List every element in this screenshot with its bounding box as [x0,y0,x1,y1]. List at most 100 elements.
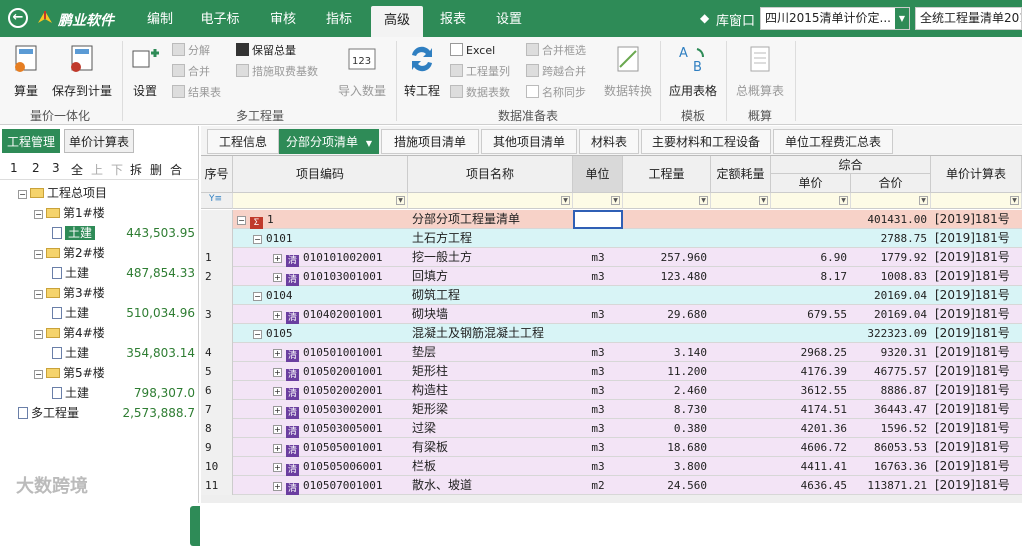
row-expand-icon[interactable]: + [273,463,282,472]
cell-unit-price[interactable] [771,286,851,305]
cell-code[interactable]: −0101 [233,229,408,248]
cell-name[interactable]: 土石方工程 [408,229,573,248]
cell-quota[interactable] [711,400,771,419]
cell-unit-price[interactable]: 4176.39 [771,362,851,381]
table-row[interactable]: 3 + 清 010402001001 砌块墙 m3 29.680 679.55 20169.04… [201,305,1022,324]
cell-total[interactable]: 16763.36 [851,457,931,476]
cell-qty[interactable]: 18.680 [623,438,711,457]
tab-project-management[interactable]: 工程管理 [2,129,61,153]
import-qty-button[interactable]: 123 导入数量 [334,43,390,99]
filter-toggle[interactable]: Y≡ [201,193,233,209]
cell-quota[interactable] [711,248,771,267]
cell-name[interactable]: 回填方 [408,267,573,286]
row-expand-icon[interactable]: + [273,311,282,320]
cell-code[interactable]: −0105 [233,324,408,343]
col-header-seq[interactable]: 序号 [201,156,233,193]
cell-calc-table[interactable]: [2019]181号 [931,210,1022,229]
cell-quota[interactable] [711,457,771,476]
cell-quota[interactable] [711,438,771,457]
cell-unit-price[interactable]: 679.55 [771,305,851,324]
data-format-button[interactable]: 数据表数 [450,84,510,102]
cell-seq[interactable] [201,286,233,305]
cell-code[interactable]: + 清 010507001001 [233,476,408,495]
table-row[interactable]: 11 + 清 010507001001 散水、坡道 m2 24.560 4636.45 1138… [201,476,1022,495]
cell-calc-table[interactable]: [2019]181号 [931,476,1022,495]
cell-unit[interactable]: m3 [573,267,623,286]
cell-code[interactable]: + 清 010103001001 [233,267,408,286]
expand-toggle-icon[interactable]: − [34,250,43,259]
cell-quota[interactable] [711,210,771,229]
cell-unit[interactable] [573,286,623,305]
cell-qty[interactable] [623,286,711,305]
cell-qty[interactable]: 3.140 [623,343,711,362]
col-header-qty[interactable]: 工程量 [623,156,711,193]
cell-total[interactable]: 9320.31 [851,343,931,362]
cell-name[interactable]: 砌筑工程 [408,286,573,305]
bill-library-select[interactable]: 全统工程量清单201 [915,7,1022,30]
menu-tab-edit[interactable]: 编制 [135,0,185,37]
filter-cell[interactable]: ▼ [408,193,573,209]
excel-button[interactable]: Excel [450,42,495,60]
tree-node[interactable]: − 第3#楼 [0,284,199,302]
delete-button[interactable]: 删 [150,161,162,178]
filter-dropdown-icon[interactable]: ▼ [699,196,708,205]
menu-tab-settings[interactable]: 设置 [484,0,534,37]
cell-seq[interactable]: 6 [201,381,233,400]
cell-name[interactable]: 矩形柱 [408,362,573,381]
filter-cell[interactable]: ▼ [233,193,408,209]
cell-total[interactable]: 20169.04 [851,305,931,324]
cell-unit-price[interactable]: 4411.41 [771,457,851,476]
cell-name[interactable]: 混凝土及钢筋混凝土工程 [408,324,573,343]
cell-seq[interactable]: 9 [201,438,233,457]
qty-column-button[interactable]: 工程量列 [450,63,510,81]
merge-project-button[interactable]: 合 [170,161,182,178]
move-down-button[interactable]: 下 [111,161,123,178]
cell-calc-table[interactable]: [2019]181号 [931,267,1022,286]
data-convert-button[interactable]: 数据转换 [600,43,656,99]
tab-itemized-list[interactable]: 分部分项清单 ▼ [279,129,379,154]
cell-quota[interactable] [711,381,771,400]
cell-qty[interactable]: 2.460 [623,381,711,400]
cell-seq[interactable]: 3 [201,305,233,324]
cell-quota[interactable] [711,324,771,343]
cell-quota[interactable] [711,286,771,305]
expand-toggle-icon[interactable]: − [34,290,43,299]
expand-toggle-icon[interactable]: − [18,190,27,199]
cell-unit-price[interactable]: 6.90 [771,248,851,267]
tree-node[interactable]: 土建 443,503.95 [0,224,199,242]
tree-node[interactable]: − 第1#楼 [0,204,199,222]
row-expand-icon[interactable]: − [237,216,246,225]
cell-code[interactable]: + 清 010503005001 [233,419,408,438]
cell-calc-table[interactable]: [2019]181号 [931,362,1022,381]
table-row[interactable]: 1 + 清 010101002001 挖一般土方 m3 257.960 6.90 1779.92… [201,248,1022,267]
cell-total[interactable]: 20169.04 [851,286,931,305]
cell-unit-price[interactable] [771,210,851,229]
cell-name[interactable]: 栏板 [408,457,573,476]
row-expand-icon[interactable]: + [273,273,282,282]
cell-name[interactable]: 有梁板 [408,438,573,457]
split-button[interactable]: 分解 [172,42,210,60]
row-expand-icon[interactable]: + [273,425,282,434]
cell-calc-table[interactable]: [2019]181号 [931,305,1022,324]
col-header-name[interactable]: 项目名称 [408,156,573,193]
calc-button[interactable]: 算量 [6,43,46,99]
tree-node[interactable]: − 第2#楼 [0,244,199,262]
cell-calc-table[interactable]: [2019]181号 [931,419,1022,438]
cell-code[interactable]: + 清 010503002001 [233,400,408,419]
tab-materials[interactable]: 材料表 [579,129,639,154]
cell-name[interactable]: 挖一般土方 [408,248,573,267]
cell-unit[interactable]: m3 [573,438,623,457]
table-row[interactable]: − Σ 1 分部分项工程量清单 401431.00 [2019]181号 [201,210,1022,229]
cell-calc-table[interactable]: [2019]181号 [931,248,1022,267]
cell-calc-table[interactable]: [2019]181号 [931,438,1022,457]
cell-unit-price[interactable]: 3612.55 [771,381,851,400]
summary-button[interactable]: 总概算表 [730,43,790,99]
convert-project-button[interactable]: 转工程 [400,43,444,99]
table-row[interactable]: −0101 土石方工程 2788.75 [2019]181号 [201,229,1022,248]
cell-qty[interactable] [623,229,711,248]
tree-node[interactable]: 多工程量 2,573,888.7 [0,404,199,422]
row-expand-icon[interactable]: + [273,368,282,377]
table-row[interactable]: 4 + 清 010501001001 垫层 m3 3.140 2968.25 9320.31 [2… [201,343,1022,362]
move-up-button[interactable]: 上 [91,161,103,178]
cell-quota[interactable] [711,419,771,438]
